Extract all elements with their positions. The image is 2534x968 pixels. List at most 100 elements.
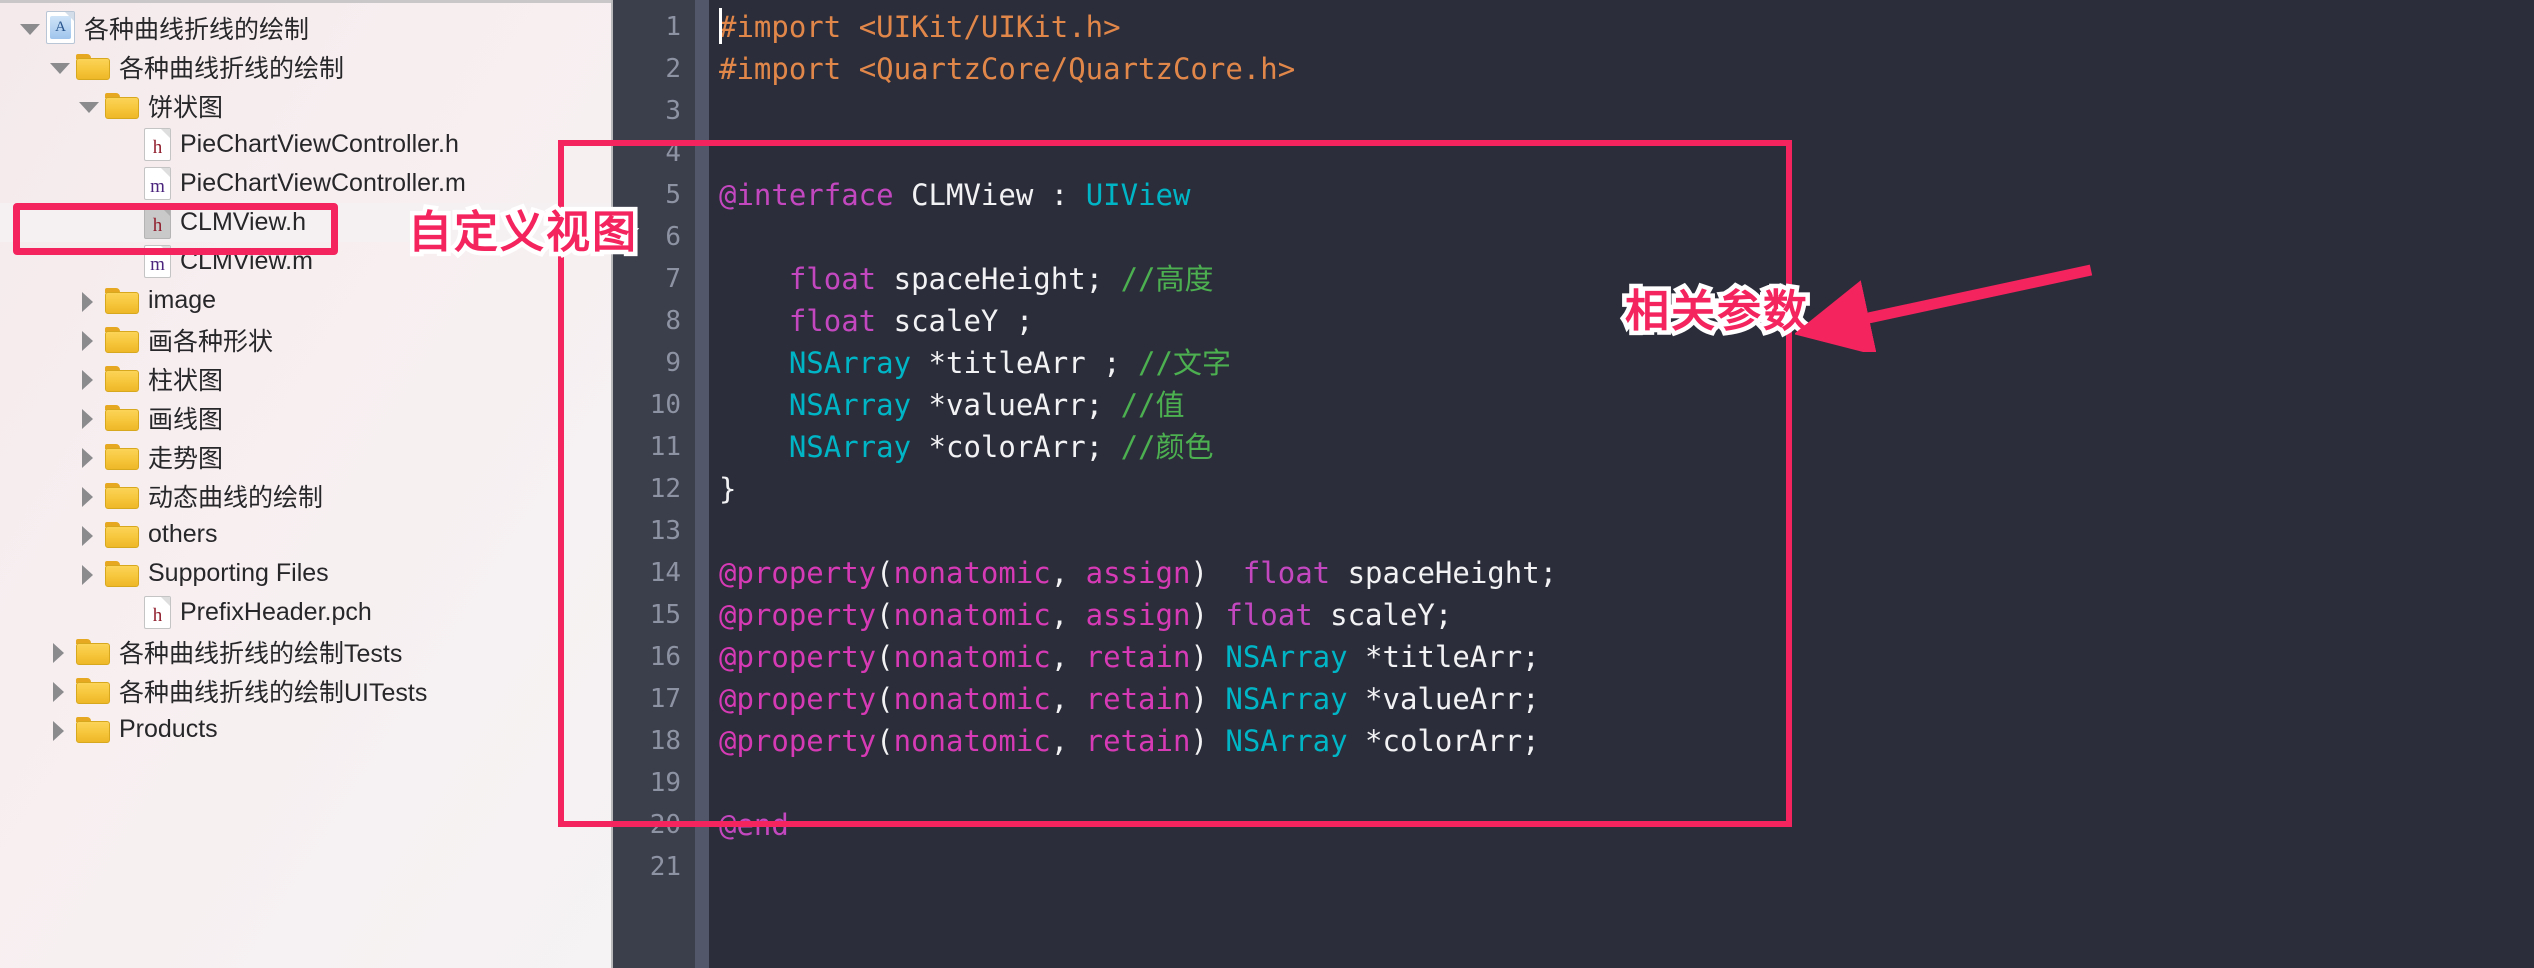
folder-icon <box>105 404 139 431</box>
tree-item-14[interactable]: Supporting Files <box>0 554 611 593</box>
code-token-plain: ) <box>1190 640 1226 674</box>
tree-item-8[interactable]: 画各种形状 <box>0 320 611 359</box>
disclosure-triangle-closed-icon[interactable] <box>75 483 101 509</box>
code-token-kw2: nonatomic <box>893 556 1051 590</box>
code-line[interactable]: @property(nonatomic, retain) NSArray *co… <box>719 720 2534 762</box>
code-line[interactable] <box>719 762 2534 804</box>
code-line[interactable] <box>719 846 2534 888</box>
folder-icon <box>105 521 139 548</box>
code-line[interactable]: float spaceHeight; //高度 <box>719 258 2534 300</box>
disclosure-triangle-closed-icon[interactable] <box>75 561 101 587</box>
code-line[interactable]: #import <UIKit/UIKit.h> <box>719 6 2534 48</box>
code-line[interactable] <box>719 132 2534 174</box>
disclosure-triangle-open-icon[interactable] <box>75 93 101 119</box>
folder-icon <box>105 482 139 509</box>
tree-item-12[interactable]: 动态曲线的绘制 <box>0 476 611 515</box>
tree-item-4[interactable]: m PieChartViewController.m <box>0 164 611 203</box>
tree-item-label: 柱状图 <box>148 366 224 395</box>
tree-item-18[interactable]: Products <box>0 710 611 749</box>
code-token-kw2: @property <box>719 640 877 674</box>
code-line[interactable]: @property(nonatomic, assign) float scale… <box>719 594 2534 636</box>
code-line[interactable]: NSArray *titleArr ; //文字 <box>719 342 2534 384</box>
tree-item-6[interactable]: m CLMView.m <box>0 242 611 281</box>
disclosure-triangle-open-icon[interactable] <box>46 54 72 80</box>
tree-item-10[interactable]: 画线图 <box>0 398 611 437</box>
code-line[interactable]: @property(nonatomic, retain) NSArray *va… <box>719 678 2534 720</box>
code-token-type: UIView <box>1085 178 1191 212</box>
tree-item-3[interactable]: h PieChartViewController.h <box>0 125 611 164</box>
tree-item-1[interactable]: 各种曲线折线的绘制 <box>0 47 611 86</box>
disclosure-triangle-closed-icon[interactable] <box>75 366 101 392</box>
code-token-plain: ( <box>876 556 894 590</box>
code-token-kw: float <box>788 262 877 296</box>
code-line[interactable]: @interface CLMView : UIView <box>719 174 2534 216</box>
file-tree[interactable]: A 各种曲线折线的绘制 各种曲线折线的绘制 饼状图 h PieChartViewContr… <box>0 8 611 749</box>
code-line[interactable]: NSArray *valueArr; //值 <box>719 384 2534 426</box>
line-number: 17 <box>649 684 681 714</box>
line-number: 12 <box>649 474 681 504</box>
line-number: 2 <box>665 54 681 84</box>
code-line[interactable]: @property(nonatomic, assign) float space… <box>719 552 2534 594</box>
tree-item-label: Supporting Files <box>148 559 329 587</box>
disclosure-triangle-closed-icon[interactable] <box>75 288 101 314</box>
header-file-icon: h <box>144 596 171 629</box>
disclosure-triangle-closed-icon[interactable] <box>46 639 72 665</box>
tree-item-7[interactable]: image <box>0 281 611 320</box>
tree-item-0[interactable]: A 各种曲线折线的绘制 <box>0 8 611 47</box>
code-token-kw2: @property <box>719 598 877 632</box>
code-line[interactable]: #import <QuartzCore/QuartzCore.h> <box>719 48 2534 90</box>
disclosure-triangle-closed-icon[interactable] <box>75 444 101 470</box>
code-editor[interactable]: 1 2 3 4 5 6 7 8 9 10 11 12 13 14 15 16 17 18 19 20 21 #impor… <box>613 0 2534 968</box>
code-line[interactable] <box>719 216 2534 258</box>
disclosure-triangle-open-icon[interactable] <box>16 15 42 41</box>
tree-item-9[interactable]: 柱状图 <box>0 359 611 398</box>
code-token-kw2: @property <box>719 556 877 590</box>
code-line[interactable] <box>719 90 2534 132</box>
code-token-ident: CLMView <box>911 178 1034 212</box>
disclosure-triangle-closed-icon[interactable] <box>75 327 101 353</box>
code-line[interactable]: NSArray *colorArr; //颜色 <box>719 426 2534 468</box>
folder-icon <box>76 638 110 665</box>
code-line[interactable]: } <box>719 468 2534 510</box>
code-token-type: NSArray <box>1225 724 1348 758</box>
code-token-plain: ( <box>876 640 894 674</box>
line-number-gutter: 1 2 3 4 5 6 7 8 9 10 11 12 13 14 15 16 17 18 19 20 21 <box>613 0 695 968</box>
code-content[interactable]: #import <UIKit/UIKit.h> #import <QuartzCo… <box>695 0 2534 968</box>
tree-item-5[interactable]: h CLMView.h <box>0 203 611 242</box>
line-number: 5 <box>665 180 681 210</box>
code-line[interactable]: float scaleY ; <box>719 300 2534 342</box>
code-token-pre: #import <box>719 10 859 44</box>
code-token-plain: ) <box>1190 598 1226 632</box>
disclosure-triangle-closed-icon[interactable] <box>75 405 101 431</box>
folder-icon <box>76 716 110 743</box>
line-number: 7 <box>665 264 681 294</box>
disclosure-triangle-closed-icon[interactable] <box>46 678 72 704</box>
header-file-icon: h <box>144 128 171 161</box>
code-line[interactable]: @property(nonatomic, retain) NSArray *ti… <box>719 636 2534 678</box>
code-token-kw2: assign <box>1085 556 1191 590</box>
code-token-cmt: //颜色 <box>1120 430 1214 464</box>
ide-window: A 各种曲线折线的绘制 各种曲线折线的绘制 饼状图 h PieChartViewContr… <box>0 0 2534 968</box>
disclosure-triangle-closed-icon[interactable] <box>75 522 101 548</box>
tree-item-13[interactable]: others <box>0 515 611 554</box>
tree-item-label: 各种曲线折线的绘制UITests <box>119 678 428 707</box>
code-line[interactable]: @end <box>719 804 2534 846</box>
disclosure-triangle-closed-icon[interactable] <box>46 717 72 743</box>
code-token-pre: <UIKit/UIKit.h> <box>858 10 1121 44</box>
code-line[interactable] <box>719 510 2534 552</box>
code-token-ident: scaleY; <box>1312 598 1453 632</box>
code-token-pre: <QuartzCore/QuartzCore.h> <box>858 52 1296 86</box>
tree-item-17[interactable]: 各种曲线折线的绘制UITests <box>0 671 611 710</box>
tree-item-label: PieChartViewController.h <box>180 130 459 158</box>
tree-item-15[interactable]: h PrefixHeader.pch <box>0 593 611 632</box>
code-token-type: NSArray <box>1225 640 1348 674</box>
tree-item-16[interactable]: 各种曲线折线的绘制Tests <box>0 632 611 671</box>
code-token-kw: @end <box>719 808 789 842</box>
tree-item-2[interactable]: 饼状图 <box>0 86 611 125</box>
tree-item-11[interactable]: 走势图 <box>0 437 611 476</box>
project-navigator[interactable]: A 各种曲线折线的绘制 各种曲线折线的绘制 饼状图 h PieChartViewContr… <box>0 0 613 968</box>
